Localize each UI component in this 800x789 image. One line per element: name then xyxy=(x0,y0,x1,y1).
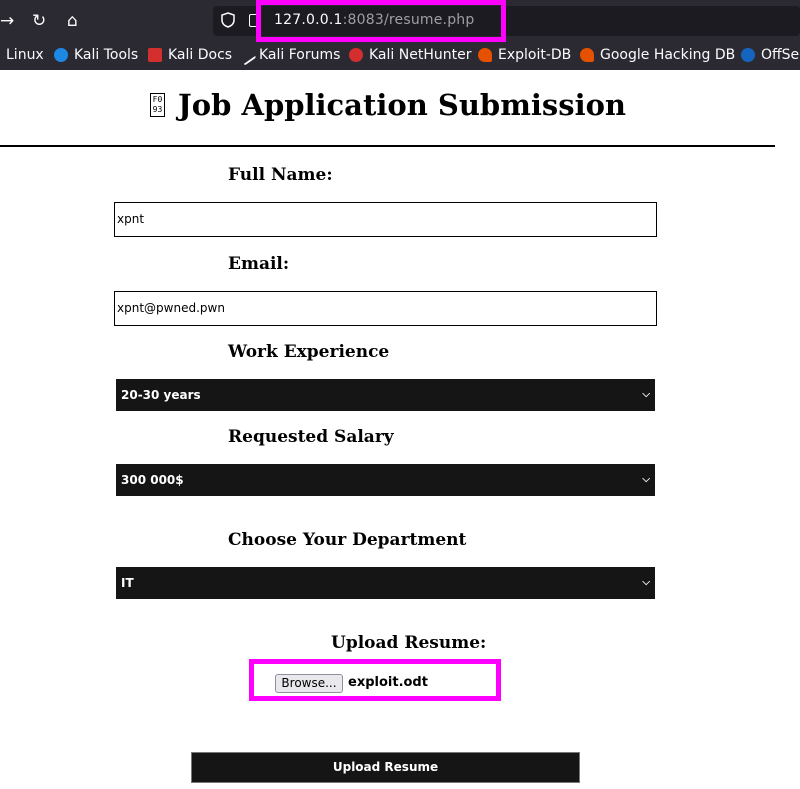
email-input[interactable]: xpnt@pwned.pwn xyxy=(114,291,657,326)
bookmark-kali-docs[interactable]: Kali Docs xyxy=(148,47,232,63)
department-selected-value: IT xyxy=(121,576,134,590)
missing-glyph-icon: F0 93 xyxy=(150,93,165,117)
bookmark-kali-tools[interactable]: Kali Tools xyxy=(54,47,138,63)
page-right-margin xyxy=(775,70,800,789)
department-select[interactable]: IT ⌵ xyxy=(116,567,655,599)
upload-resume-button[interactable]: Upload Resume xyxy=(191,752,580,783)
page-header: F0 93 Job Application Submission xyxy=(0,70,775,147)
bookmark-offsec[interactable]: OffSec xyxy=(741,47,800,63)
bookmark-google-hacking-db[interactable]: Google Hacking DB xyxy=(580,47,735,63)
upload-label: Upload Resume: xyxy=(331,633,487,653)
nethunter-icon xyxy=(349,48,363,62)
exploit-db-icon xyxy=(478,48,492,62)
chevron-down-icon: ⌵ xyxy=(642,577,650,588)
salary-label: Requested Salary xyxy=(228,427,394,447)
selected-file-name: exploit.odt xyxy=(348,675,428,690)
salary-select[interactable]: 300 000$ ⌵ xyxy=(116,464,655,496)
browse-button[interactable]: Browse... xyxy=(275,674,343,693)
kali-docs-icon xyxy=(148,48,162,62)
department-label: Choose Your Department xyxy=(228,530,467,550)
bookmark-exploit-db[interactable]: Exploit-DB xyxy=(478,47,571,63)
chevron-down-icon: ⌵ xyxy=(642,389,650,400)
browser-toolbar: → ↻ ⌂ 127.0.0.1:8083/resume.php xyxy=(0,0,800,42)
full-name-label: Full Name: xyxy=(228,165,333,185)
salary-selected-value: 300 000$ xyxy=(121,473,184,487)
experience-label: Work Experience xyxy=(228,342,390,362)
kali-dragon-icon xyxy=(235,44,257,66)
email-label: Email: xyxy=(228,254,290,274)
experience-selected-value: 20-30 years xyxy=(121,388,201,402)
kali-tools-icon xyxy=(54,48,68,62)
bookmark-kali-forums[interactable]: Kali Forums xyxy=(235,44,340,66)
shield-icon[interactable] xyxy=(221,12,235,28)
file-upload-highlight: Browse... exploit.odt xyxy=(249,659,501,701)
full-name-input[interactable]: xpnt xyxy=(114,202,657,237)
offsec-icon xyxy=(741,48,755,62)
page-content: F0 93 Job Application Submission Full Na… xyxy=(0,70,776,789)
home-icon[interactable]: ⌂ xyxy=(67,11,78,31)
ghdb-icon xyxy=(580,48,594,62)
bookmark-kali-nethunter[interactable]: Kali NetHunter xyxy=(349,47,471,63)
bookmarks-bar: Linux Kali Tools Kali Docs Kali Forums K… xyxy=(0,42,800,70)
reload-icon[interactable]: ↻ xyxy=(32,11,46,31)
url-highlight-box xyxy=(256,0,506,42)
chevron-down-icon: ⌵ xyxy=(642,474,650,485)
page-title: Job Application Submission xyxy=(178,88,627,122)
experience-select[interactable]: 20-30 years ⌵ xyxy=(116,379,655,411)
forward-arrow-icon[interactable]: → xyxy=(0,11,14,31)
bookmark-linux[interactable]: Linux xyxy=(6,47,44,63)
